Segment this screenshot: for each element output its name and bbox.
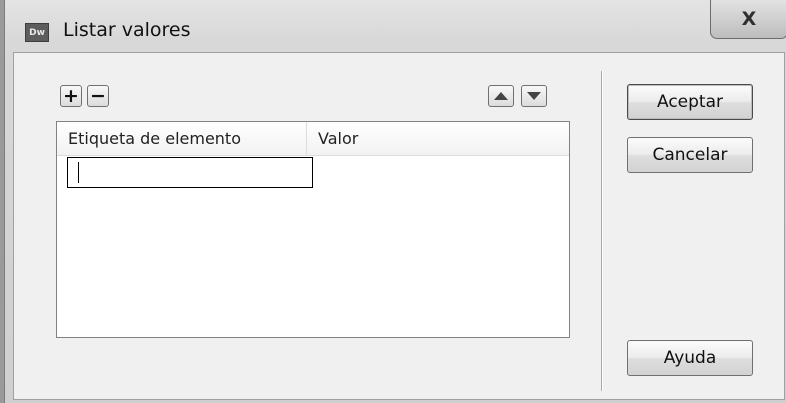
column-header-item-label[interactable]: Etiqueta de elemento: [57, 122, 307, 155]
minus-icon: −: [90, 84, 106, 107]
triangle-down-icon: [527, 92, 541, 100]
list-header: Etiqueta de elemento Valor: [57, 122, 569, 156]
title-bar[interactable]: Dw Listar valores X: [5, 0, 786, 52]
vertical-divider: [601, 71, 602, 391]
plus-icon: +: [63, 84, 79, 107]
cancel-button[interactable]: Cancelar: [627, 137, 753, 173]
dialog-window: Dw Listar valores X + − Etiqueta de elem…: [4, 0, 786, 403]
close-icon: X: [741, 8, 757, 30]
accept-button[interactable]: Aceptar: [627, 84, 753, 120]
item-label-edit-field[interactable]: [67, 157, 313, 188]
help-button[interactable]: Ayuda: [627, 340, 753, 376]
dreamweaver-app-icon: Dw: [25, 23, 49, 42]
move-down-button[interactable]: [521, 85, 547, 107]
text-caret: [78, 162, 79, 183]
move-up-button[interactable]: [488, 85, 514, 107]
values-list[interactable]: Etiqueta de elemento Valor: [56, 121, 570, 338]
triangle-up-icon: [494, 92, 508, 100]
add-item-button[interactable]: +: [60, 85, 82, 107]
dialog-title: Listar valores: [63, 19, 191, 41]
close-button[interactable]: X: [710, 0, 786, 39]
remove-item-button[interactable]: −: [87, 85, 109, 107]
dialog-body: + − Etiqueta de elemento Valor Aceptar C…: [13, 52, 785, 400]
column-header-value[interactable]: Valor: [307, 122, 569, 155]
